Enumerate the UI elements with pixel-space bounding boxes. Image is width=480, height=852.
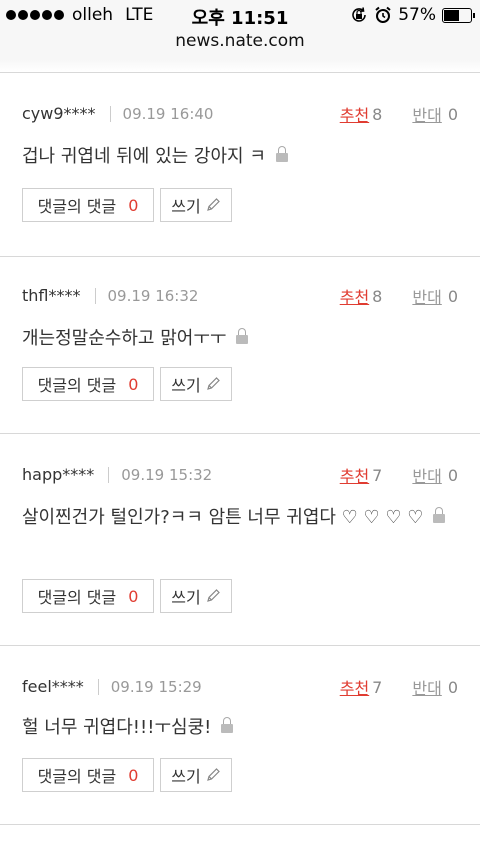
- oppose-button[interactable]: 반대: [412, 102, 441, 126]
- comment-username[interactable]: happ****: [22, 465, 94, 484]
- divider: [0, 72, 480, 73]
- divider: [0, 433, 480, 434]
- lock-icon[interactable]: [236, 328, 249, 345]
- reply-to-comment-button[interactable]: 댓글의 댓글 0: [22, 758, 154, 792]
- pencil-icon: [206, 377, 220, 390]
- reply-to-comment-button[interactable]: 댓글의 댓글 0: [22, 188, 154, 222]
- pencil-icon: [206, 589, 220, 602]
- comment-date: 09.19 15:29: [110, 677, 202, 696]
- recommend-button[interactable]: 추천: [340, 284, 369, 308]
- recommend-button[interactable]: 추천: [340, 102, 369, 126]
- recommend-count: 8: [372, 286, 383, 306]
- comment-votes: 추천 8 반대 0: [340, 284, 458, 308]
- comment-text: 겁나 귀엽네 뒤에 있는 강아지 ㅋ: [22, 142, 452, 172]
- divider: [0, 256, 480, 257]
- lock-icon[interactable]: [275, 146, 288, 163]
- lock-icon[interactable]: [221, 717, 234, 734]
- battery-percent: 57%: [398, 5, 436, 25]
- comment-votes: 추천 7 반대 0: [340, 675, 458, 699]
- reply-count: 0: [128, 195, 139, 215]
- comment-date: 09.19 15:32: [121, 465, 213, 484]
- write-button[interactable]: 쓰기: [160, 188, 232, 222]
- battery-icon: [442, 7, 475, 23]
- oppose-count: 0: [447, 465, 458, 485]
- address-bar[interactable]: news.nate.com: [0, 30, 480, 60]
- comment-meta: thfl**** 09.19 16:32: [22, 286, 198, 305]
- alarm-icon: [375, 6, 391, 23]
- comment-text: 개는정말순수하고 맑어ㅜㅜ: [22, 324, 452, 354]
- reply-count: 0: [128, 586, 139, 606]
- comment-votes: 추천 8 반대 0: [340, 102, 458, 126]
- comment-meta: cyw9**** 09.19 16:40: [22, 104, 213, 123]
- comment-meta: happ**** 09.19 15:32: [22, 465, 212, 484]
- comment-meta: feel**** 09.19 15:29: [22, 677, 202, 696]
- recommend-button[interactable]: 추천: [340, 675, 369, 699]
- divider: [0, 824, 480, 825]
- rotation-lock-icon: [352, 7, 367, 22]
- comment-text: 헐 너무 귀엽다!!!ㅜ심쿵!: [22, 713, 452, 743]
- url-bar-shadow: [0, 60, 480, 72]
- pencil-icon: [206, 198, 220, 211]
- recommend-count: 7: [372, 465, 383, 485]
- oppose-button[interactable]: 반대: [412, 675, 441, 699]
- lock-icon[interactable]: [433, 507, 446, 524]
- comment-votes: 추천 7 반대 0: [340, 463, 458, 487]
- oppose-button[interactable]: 반대: [412, 463, 441, 487]
- write-button[interactable]: 쓰기: [160, 758, 232, 792]
- oppose-count: 0: [447, 677, 458, 697]
- oppose-count: 0: [447, 104, 458, 124]
- oppose-button[interactable]: 반대: [412, 284, 441, 308]
- recommend-count: 8: [372, 104, 383, 124]
- pencil-icon: [206, 768, 220, 781]
- comment-username[interactable]: thfl****: [22, 286, 81, 305]
- url-text: news.nate.com: [175, 31, 305, 51]
- reply-count: 0: [128, 374, 139, 394]
- comment-username[interactable]: feel****: [22, 677, 84, 696]
- write-button[interactable]: 쓰기: [160, 579, 232, 613]
- reply-to-comment-button[interactable]: 댓글의 댓글 0: [22, 367, 154, 401]
- status-indicators: 57%: [350, 5, 475, 25]
- recommend-button[interactable]: 추천: [340, 463, 369, 487]
- comment-username[interactable]: cyw9****: [22, 104, 96, 123]
- reply-to-comment-button[interactable]: 댓글의 댓글 0: [22, 579, 154, 613]
- comment-date: 09.19 16:40: [122, 104, 214, 123]
- status-bar: olleh LTE 오후 11:51 57%: [0, 0, 480, 30]
- write-button[interactable]: 쓰기: [160, 367, 232, 401]
- recommend-count: 7: [372, 677, 383, 697]
- reply-count: 0: [128, 765, 139, 785]
- comment-text: 살이찐건가 털인가?ㅋㅋ 암튼 너무 귀엽다 ♡ ♡ ♡ ♡: [22, 503, 452, 533]
- divider: [0, 645, 480, 646]
- comment-date: 09.19 16:32: [107, 286, 199, 305]
- oppose-count: 0: [447, 286, 458, 306]
